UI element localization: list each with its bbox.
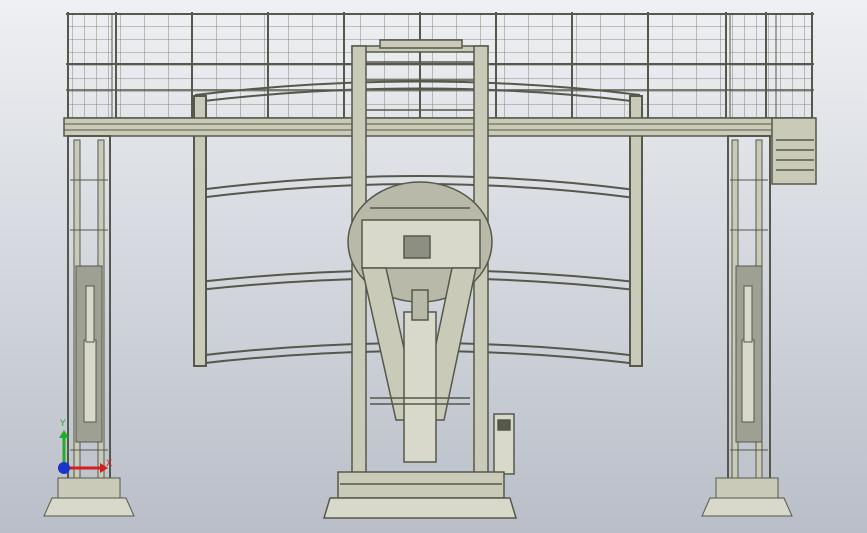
left-column — [67, 135, 111, 495]
left-foot — [43, 477, 135, 517]
right-foot — [701, 477, 793, 517]
cad-viewport[interactable]: X Y — [0, 0, 867, 533]
top-railing — [66, 12, 814, 120]
right-column — [727, 135, 771, 495]
lift-mechanism — [361, 267, 477, 463]
x-axis-label: X — [106, 459, 112, 469]
side-stair — [771, 117, 817, 185]
y-axis-label: Y — [59, 419, 66, 429]
mast-base — [322, 471, 518, 519]
cad-model-drawing: X Y — [43, 12, 817, 519]
control-cabinet — [493, 413, 515, 475]
platform-beam — [63, 117, 815, 137]
